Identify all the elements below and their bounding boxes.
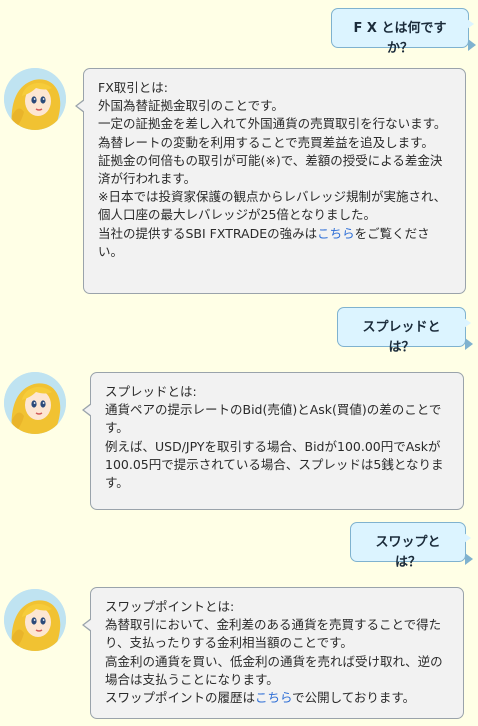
- assistant-text-line: スワップポイントとは:: [105, 599, 235, 614]
- assistant-text-line: FX取引とは:: [98, 80, 168, 95]
- assistant-message-bubble: FX取引とは: 外国為替証拠金取引のことです。 一定の証拠金を差し入れて外国通貨…: [75, 68, 466, 294]
- assistant-message-bubble: スワップポイントとは: 為替取引において、金利差のある通貨を売買することで得たり…: [82, 587, 464, 719]
- strengths-link[interactable]: こちら: [317, 226, 355, 241]
- user-message-text: スワップとは？: [375, 535, 441, 570]
- assistant-text-line: 例えば、USD/JPYを取引する場合、Bidが100.00円でAskが100.0…: [105, 438, 444, 491]
- assistant-text-suffix: で公開しております。: [292, 690, 416, 706]
- user-message-text: スプレッドとは？: [362, 320, 441, 355]
- assistant-text-prefix: スワップポイントの履歴は: [105, 690, 256, 706]
- assistant-text-line: 証拠金の何倍もの取引が可能(※)で、差額の授受による差金決済が行われます。: [98, 152, 443, 187]
- assistant-text-line: 高金利の通貨を買い、低金利の通貨を売れば受け取れ、逆の場合は支払うことになります…: [105, 653, 443, 687]
- assistant-text-line: スワップポイントの履歴はこちらで公開しております。: [105, 689, 451, 707]
- user-message-bubble: スワップとは？: [350, 522, 473, 570]
- user-message-bubble: F X とは何ですか？: [331, 8, 476, 56]
- user-message-text: F X とは何ですか？: [353, 21, 447, 56]
- assistant-text-line: 外国為替証拠金取引のことです。: [98, 98, 284, 114]
- assistant-text-line: 当社の提供するSBI FXTRADEの強みはこちらをご覧ください。: [98, 225, 453, 261]
- assistant-avatar-icon: [4, 68, 66, 130]
- assistant-text-prefix: 当社の提供するSBI FXTRADEの強みは: [98, 225, 318, 241]
- assistant-text-line: 通貨ペアの提示レートのBid(売値)とAsk(買値)の差のことです。: [105, 402, 442, 436]
- assistant-message-bubble: スプレッドとは: 通貨ペアの提示レートのBid(売値)とAsk(買値)の差のこと…: [82, 372, 464, 510]
- assistant-text-line: ※日本では投資家保護の観点からレバレッジ規制が実施され、個人口座の最大レバレッジ…: [98, 189, 447, 223]
- assistant-text-line: 一定の証拠金を差し入れて外国通貨の売買取引を行ないます。: [98, 116, 447, 132]
- assistant-text-line: 為替レートの変動を利用することで売買差益を追及します。: [98, 134, 434, 150]
- user-message-bubble: スプレッドとは？: [337, 307, 473, 355]
- assistant-avatar-icon: [4, 372, 66, 434]
- swap-history-link[interactable]: こちら: [255, 690, 292, 705]
- assistant-text-line: スプレッドとは:: [105, 384, 197, 399]
- chat-window: F X とは何ですか？ FX取引とは: 外国為替証拠金取引のことです。 一定の証…: [0, 0, 478, 726]
- assistant-avatar-icon: [4, 589, 66, 651]
- assistant-text-line: 為替取引において、金利差のある通貨を売買することで得たり、支払ったりする金利相当…: [105, 617, 442, 651]
